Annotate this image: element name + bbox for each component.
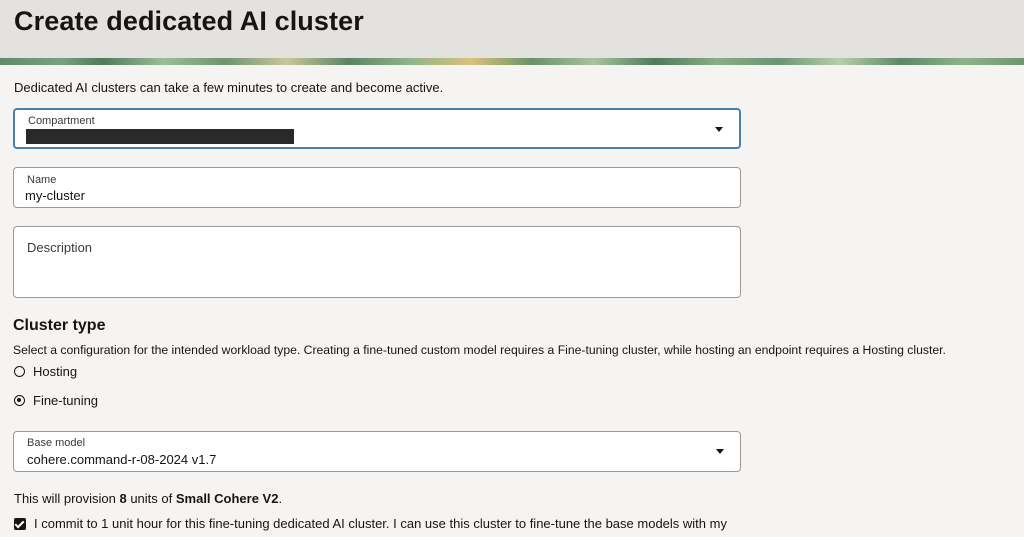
provision-prefix: This will provision — [14, 491, 120, 506]
compartment-select[interactable]: Compartment — [13, 108, 741, 149]
compartment-label: Compartment — [28, 115, 95, 127]
chevron-down-icon[interactable] — [715, 127, 723, 132]
radio-fine-tuning[interactable]: Fine-tuning — [14, 393, 98, 408]
commit-checkbox-row[interactable]: I commit to 1 unit hour for this fine-tu… — [14, 516, 727, 531]
description-placeholder: Description — [27, 240, 93, 255]
radio-hosting-label: Hosting — [33, 364, 78, 379]
radio-fine-tuning-label: Fine-tuning — [33, 393, 99, 408]
provision-text: This will provision 8 units of Small Coh… — [14, 491, 282, 506]
cluster-type-heading: Cluster type — [13, 317, 106, 334]
provision-units: 8 — [119, 491, 127, 506]
name-label: Name — [27, 174, 57, 186]
radio-checked-icon[interactable] — [14, 395, 25, 406]
decorative-banner — [0, 58, 1024, 65]
base-model-label: Base model — [27, 437, 86, 449]
name-input[interactable]: my-cluster — [25, 188, 85, 203]
description-field[interactable]: Description — [13, 226, 741, 298]
name-field[interactable]: Name my-cluster — [13, 167, 741, 208]
compartment-value-redacted — [26, 129, 294, 144]
page-header: Create dedicated AI cluster — [0, 0, 1024, 58]
radio-hosting[interactable]: Hosting — [14, 364, 77, 379]
radio-unchecked-icon[interactable] — [14, 366, 25, 377]
cluster-type-description: Select a configuration for the intended … — [13, 343, 946, 357]
base-model-value: cohere.command-r-08-2024 v1.7 — [27, 452, 217, 467]
intro-text: Dedicated AI clusters can take a few min… — [14, 80, 444, 95]
checkmark-icon[interactable] — [14, 517, 26, 530]
provision-middle: units of — [126, 491, 176, 506]
chevron-down-icon[interactable] — [716, 449, 724, 454]
base-model-select[interactable]: Base model cohere.command-r-08-2024 v1.7 — [13, 431, 741, 472]
commit-text: I commit to 1 unit hour for this fine-tu… — [34, 516, 727, 531]
page-title: Create dedicated AI cluster — [14, 6, 364, 36]
provision-shape: Small Cohere V2 — [175, 491, 279, 506]
provision-suffix: . — [278, 491, 283, 506]
